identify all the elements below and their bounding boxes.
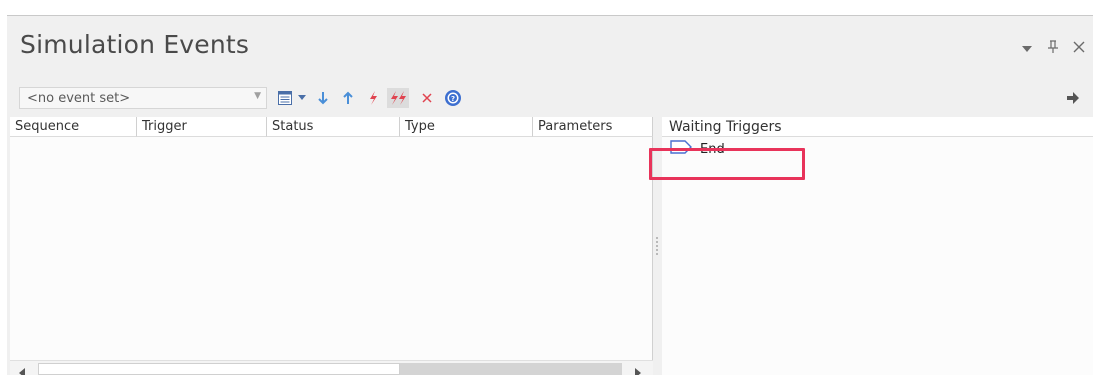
horizontal-scrollbar[interactable] [10,360,653,375]
column-header-parameters[interactable]: Parameters [533,117,653,137]
column-header-type[interactable]: Type [400,117,533,137]
close-icon[interactable] [1073,41,1085,57]
highlight-box [649,148,805,180]
panel-title: Simulation Events [20,30,250,59]
help-icon[interactable]: ? [443,88,463,108]
move-down-icon[interactable] [315,88,331,108]
chevron-down-icon[interactable]: ▼ [254,91,261,101]
fire-event-icon[interactable] [365,88,381,108]
waiting-triggers-header: Waiting Triggers [662,117,1093,137]
arrow-right-icon[interactable] [1064,88,1082,108]
waiting-triggers-pane: Waiting Triggers End [649,117,1093,375]
top-strip [0,0,1093,15]
scrollbar-track-light[interactable] [38,363,400,375]
move-up-icon[interactable] [340,88,356,108]
column-header-status[interactable]: Status [267,117,400,137]
splitter-grip-icon [656,237,658,255]
fire-all-events-icon[interactable] [387,88,409,108]
window-controls [1021,40,1085,58]
title-bar: Simulation Events [7,16,1093,82]
column-header-sequence[interactable]: Sequence [10,117,137,137]
delete-icon[interactable] [419,88,435,108]
scroll-left-icon[interactable] [19,363,26,375]
toolbar: <no event set> ▼ ? [7,82,1093,114]
scrollbar-thumb[interactable] [400,363,622,375]
scroll-right-icon[interactable] [634,363,641,375]
simulation-events-panel: Simulation Events <no event set> ▼ ? Seq… [7,15,1093,375]
event-set-select[interactable]: <no event set> ▼ [19,87,267,109]
events-grid: Sequence Trigger Status Type Parameters [10,117,653,375]
column-header-trigger[interactable]: Trigger [137,117,267,137]
pin-icon[interactable] [1047,40,1059,58]
list-view-dropdown-icon[interactable] [297,88,307,108]
dropdown-icon[interactable] [1021,41,1033,57]
svg-text:?: ? [451,95,455,103]
event-set-value: <no event set> [27,91,131,106]
list-view-icon[interactable] [276,88,294,108]
